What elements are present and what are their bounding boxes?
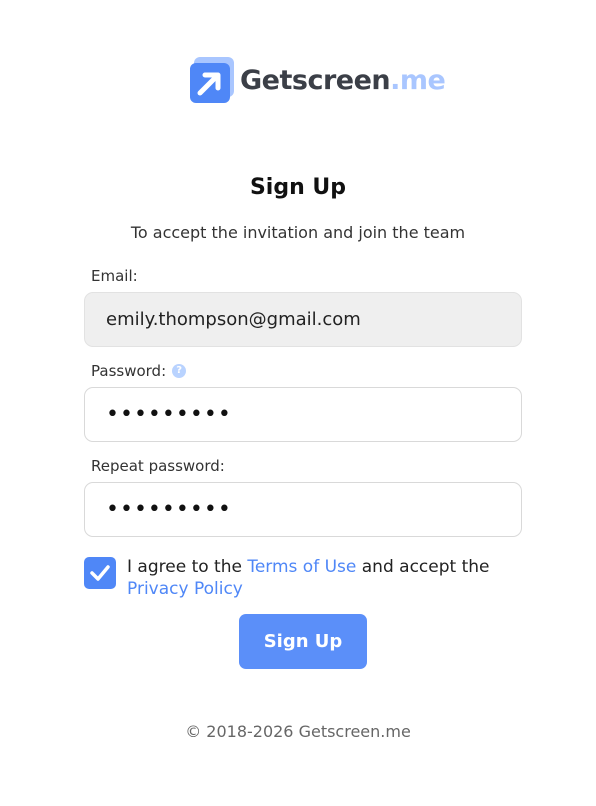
- check-icon: [90, 565, 110, 581]
- password-label-text: Password:: [91, 362, 167, 380]
- logo: Getscreen.me: [190, 57, 446, 103]
- question-circle-icon[interactable]: ?: [172, 364, 187, 378]
- terms-of-use-link[interactable]: Terms of Use: [247, 557, 356, 577]
- page-title: Sign Up: [249, 175, 347, 200]
- email-field[interactable]: emily.thompson@gmail.com: [84, 292, 522, 347]
- password-label: Password: ?: [91, 362, 187, 380]
- sign-up-button[interactable]: Sign Up: [239, 614, 367, 669]
- logo-text: Getscreen.me: [240, 64, 446, 96]
- repeat-password-label: Repeat password:: [91, 457, 225, 475]
- repeat-password-field[interactable]: •••••••••: [84, 482, 522, 537]
- email-label: Email:: [91, 267, 138, 285]
- page-subtitle: To accept the invitation and join the te…: [130, 223, 466, 242]
- arrow-up-right-icon: [190, 57, 234, 103]
- privacy-policy-link[interactable]: Privacy Policy: [127, 579, 243, 599]
- footer-copyright: © 2018-2026 Getscreen.me: [185, 722, 411, 741]
- agree-text: I agree to the Terms of Use and accept t…: [127, 557, 490, 599]
- signup-page: Getscreen.me Sign Up To accept the invit…: [0, 0, 596, 806]
- agree-checkbox[interactable]: [84, 557, 116, 589]
- password-field[interactable]: •••••••••: [84, 387, 522, 442]
